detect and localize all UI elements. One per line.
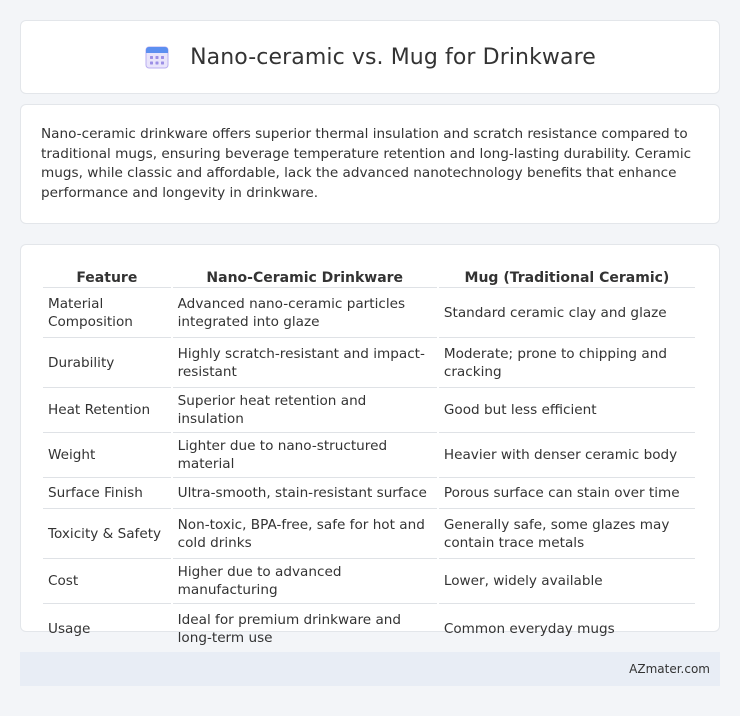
cell-feature: Cost bbox=[43, 559, 171, 604]
cell-nano: Ideal for premium drinkware and long-ter… bbox=[172, 604, 437, 654]
cell-feature: Usage bbox=[43, 604, 171, 654]
cell-nano: Advanced nano-ceramic particles integrat… bbox=[172, 288, 437, 338]
cell-mug: Lower, widely available bbox=[438, 559, 695, 604]
cell-nano: Ultra-smooth, stain-resistant surface bbox=[172, 478, 437, 509]
cell-nano: Lighter due to nano-structured material bbox=[172, 433, 437, 478]
table-row: Durability Highly scratch-resistant and … bbox=[43, 338, 695, 388]
comparison-table: Feature Nano-Ceramic Drinkware Mug (Trad… bbox=[41, 261, 697, 654]
cell-mug: Standard ceramic clay and glaze bbox=[438, 288, 695, 338]
calendar-icon bbox=[144, 44, 170, 70]
table-header-row: Feature Nano-Ceramic Drinkware Mug (Trad… bbox=[43, 261, 695, 288]
footer-brand: AZmater.com bbox=[629, 662, 710, 676]
footer-bar: AZmater.com bbox=[20, 652, 720, 686]
cell-nano: Non-toxic, BPA-free, safe for hot and co… bbox=[172, 509, 437, 559]
cell-mug: Good but less efficient bbox=[438, 388, 695, 433]
cell-feature: Surface Finish bbox=[43, 478, 171, 509]
cell-mug: Common everyday mugs bbox=[438, 604, 695, 654]
header-nano-ceramic: Nano-Ceramic Drinkware bbox=[172, 261, 437, 288]
cell-mug: Generally safe, some glazes may contain … bbox=[438, 509, 695, 559]
cell-nano: Superior heat retention and insulation bbox=[172, 388, 437, 433]
page-title: Nano-ceramic vs. Mug for Drinkware bbox=[190, 44, 596, 70]
header-mug: Mug (Traditional Ceramic) bbox=[438, 261, 695, 288]
cell-nano: Higher due to advanced manufacturing bbox=[172, 559, 437, 604]
cell-feature: Toxicity & Safety bbox=[43, 509, 171, 559]
cell-mug: Porous surface can stain over time bbox=[438, 478, 695, 509]
cell-mug: Heavier with denser ceramic body bbox=[438, 433, 695, 478]
cell-feature: Weight bbox=[43, 433, 171, 478]
table-row: Toxicity & Safety Non-toxic, BPA-free, s… bbox=[43, 509, 695, 559]
cell-feature: Material Composition bbox=[43, 288, 171, 338]
table-row: Usage Ideal for premium drinkware and lo… bbox=[43, 604, 695, 654]
cell-feature: Heat Retention bbox=[43, 388, 171, 433]
summary-text: Nano-ceramic drinkware offers superior t… bbox=[41, 126, 692, 201]
cell-feature: Durability bbox=[43, 338, 171, 388]
cell-nano: Highly scratch-resistant and impact-resi… bbox=[172, 338, 437, 388]
table-row: Weight Lighter due to nano-structured ma… bbox=[43, 433, 695, 478]
table-row: Material Composition Advanced nano-ceram… bbox=[43, 288, 695, 338]
summary-card: Nano-ceramic drinkware offers superior t… bbox=[20, 104, 720, 224]
title-card: Nano-ceramic vs. Mug for Drinkware bbox=[20, 20, 720, 94]
header-feature: Feature bbox=[43, 261, 171, 288]
table-row: Cost Higher due to advanced manufacturin… bbox=[43, 559, 695, 604]
cell-mug: Moderate; prone to chipping and cracking bbox=[438, 338, 695, 388]
table-row: Heat Retention Superior heat retention a… bbox=[43, 388, 695, 433]
table-row: Surface Finish Ultra-smooth, stain-resis… bbox=[43, 478, 695, 509]
comparison-card: Feature Nano-Ceramic Drinkware Mug (Trad… bbox=[20, 244, 720, 654]
